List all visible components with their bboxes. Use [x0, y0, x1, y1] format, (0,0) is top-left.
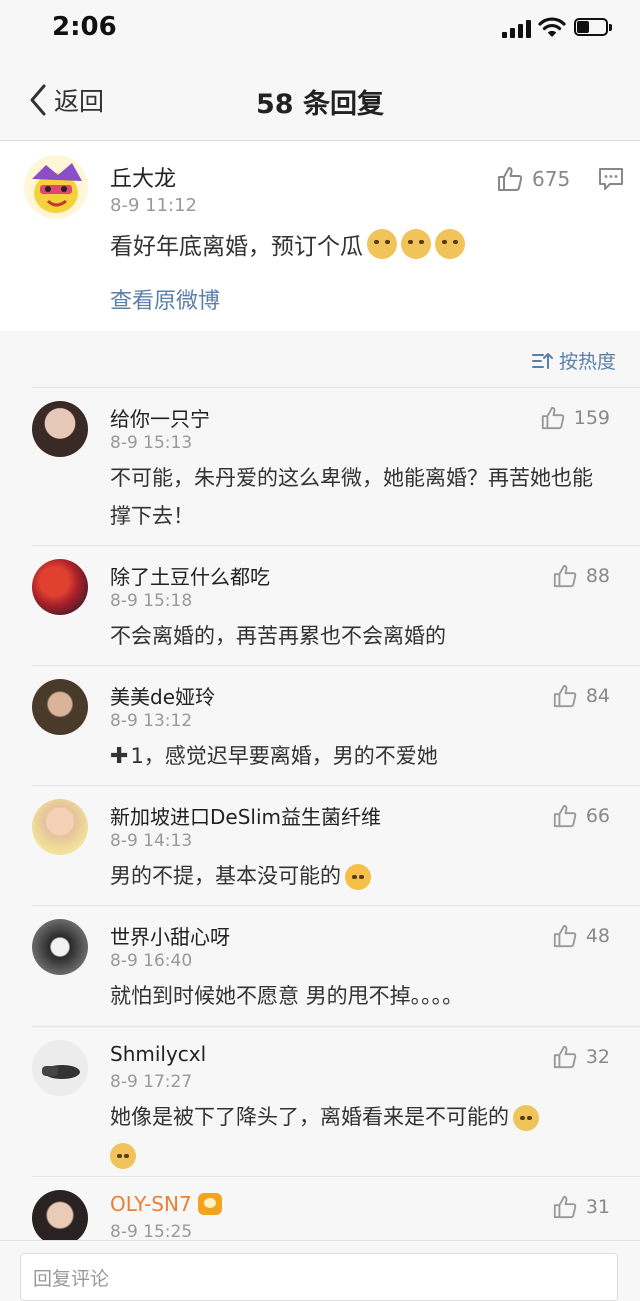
page-title: 58 条回复 — [256, 89, 384, 120]
thumbs-up-icon — [553, 1045, 577, 1069]
avatar[interactable] — [32, 1190, 88, 1246]
comment-list: 给你一只宁 8-9 15:13 不可能，朱丹爱的这么卑微，她能离婚？再苦她也能撑… — [0, 387, 640, 1246]
original-post: 丘大龙 8-9 11:12 看好年底离婚，预订个瓜 查看原微博 675 — [0, 141, 640, 331]
commenter-name[interactable]: 新加坡进口DeSlim益生菌纤维 — [110, 801, 381, 830]
nav-bar: 返回 58 条回复 — [0, 56, 640, 141]
comment-text: 不会离婚的，再苦再累也不会离婚的 — [110, 624, 446, 648]
comment-item[interactable]: 世界小甜心呀 8-9 16:40 就怕到时候她不愿意 男的甩不掉。。。。 48 — [0, 905, 640, 1026]
status-bar: 2:06 — [0, 0, 640, 56]
comment-text-content: 男的不提，基本没可能的 — [110, 864, 341, 888]
comment-like-button[interactable]: 31 — [552, 1194, 610, 1220]
comment-time: 8-9 15:18 — [110, 591, 193, 611]
post-text-content: 看好年底离婚，预订个瓜 — [110, 234, 363, 260]
divider — [32, 1176, 640, 1177]
thumbs-up-icon — [553, 564, 577, 588]
comment-time: 8-9 15:25 — [110, 1222, 193, 1242]
comment-like-button[interactable]: 84 — [552, 683, 610, 709]
like-count: 88 — [585, 565, 610, 587]
like-count: 675 — [532, 167, 571, 191]
sort-icon — [531, 352, 553, 369]
commenter-name[interactable]: 给你一只宁 — [110, 403, 210, 432]
like-count: 66 — [585, 805, 610, 827]
commenter-name[interactable]: Shmilycxl — [110, 1042, 206, 1066]
divider — [32, 387, 640, 388]
like-count: 48 — [585, 925, 610, 947]
reply-bar: 回复评论 — [0, 1240, 640, 1301]
vip-badge-icon — [197, 1193, 222, 1215]
like-count: 31 — [585, 1196, 610, 1218]
comment-like-button[interactable]: 66 — [552, 803, 610, 829]
like-count: 84 — [585, 685, 610, 707]
divider — [32, 665, 640, 666]
divider — [32, 905, 640, 906]
wifi-icon — [538, 17, 566, 37]
doge-emoji-icon — [110, 1143, 136, 1169]
status-time: 2:06 — [52, 12, 117, 42]
avatar[interactable] — [32, 1040, 88, 1096]
comment-time: 8-9 16:40 — [110, 951, 193, 971]
comment-item[interactable]: OLY-SN7 8-9 15:25 31 — [0, 1176, 640, 1246]
thumbs-up-icon — [498, 167, 523, 191]
divider — [32, 785, 640, 786]
comment-text: 男的不提，基本没可能的 — [110, 857, 610, 895]
divider — [32, 545, 640, 546]
thumbs-up-icon — [553, 924, 577, 948]
post-text: 看好年底离婚，预订个瓜 — [110, 227, 465, 261]
comment-text-content: 1，感觉迟早要离婚，男的不爱她 — [130, 744, 438, 768]
avatar[interactable] — [32, 401, 88, 457]
avatar[interactable] — [32, 919, 88, 975]
comment-time: 8-9 15:13 — [110, 433, 193, 453]
comment-text: 她像是被下了降头了，离婚看来是不可能的 — [110, 1098, 610, 1174]
comment-item[interactable]: 美美de娅玲 8-9 13:12 ✚1，感觉迟早要离婚，男的不爱她 84 — [0, 665, 640, 785]
thumbs-up-icon — [553, 684, 577, 708]
comment-item[interactable]: 给你一只宁 8-9 15:13 不可能，朱丹爱的这么卑微，她能离婚？再苦她也能撑… — [0, 387, 640, 545]
post-author[interactable]: 丘大龙 — [110, 161, 176, 193]
battery-icon — [574, 18, 612, 38]
doge-emoji-icon — [367, 229, 397, 259]
comment-text: ✚1，感觉迟早要离婚，男的不爱她 — [110, 737, 610, 776]
like-count: 32 — [585, 1046, 610, 1068]
comment-like-button[interactable]: 48 — [552, 923, 610, 949]
comment-text: 就怕到时候她不愿意 男的甩不掉。。。。 — [110, 984, 464, 1008]
reply-input[interactable]: 回复评论 — [20, 1253, 618, 1301]
doge-emoji-icon — [435, 229, 465, 259]
commenter-name[interactable]: 美美de娅玲 — [110, 681, 215, 710]
plus-icon: ✚ — [110, 744, 129, 769]
commenter-name[interactable]: 除了土豆什么都吃 — [110, 561, 270, 590]
view-original-link[interactable]: 查看原微博 — [110, 283, 220, 315]
sort-toggle[interactable]: 按热度 — [531, 347, 616, 374]
post-time: 8-9 11:12 — [110, 195, 197, 216]
comment-text: 不可能，朱丹爱的这么卑微，她能离婚？再苦她也能撑下去！ — [110, 466, 593, 528]
post-like-button[interactable]: 675 — [496, 165, 570, 193]
signal-icon — [502, 20, 532, 38]
avatar[interactable] — [32, 679, 88, 735]
divider — [32, 1026, 640, 1027]
comment-like-button[interactable]: 88 — [552, 563, 610, 589]
commenter-name[interactable]: OLY-SN7 — [110, 1192, 222, 1216]
comment-text-content: 她像是被下了降头了，离婚看来是不可能的 — [110, 1105, 509, 1129]
comment-item[interactable]: Shmilycxl 8-9 17:27 她像是被下了降头了，离婚看来是不可能的 … — [0, 1026, 640, 1176]
sort-bar: 按热度 — [0, 331, 640, 387]
thumbs-up-icon — [541, 406, 564, 430]
thumbs-up-icon — [553, 1195, 577, 1219]
commenter-name-text: OLY-SN7 — [110, 1192, 192, 1216]
like-count: 159 — [573, 407, 610, 429]
comment-like-button[interactable]: 32 — [552, 1044, 610, 1070]
comment-item[interactable]: 除了土豆什么都吃 8-9 15:18 不会离婚的，再苦再累也不会离婚的 88 — [0, 545, 640, 665]
avatar[interactable] — [32, 559, 88, 615]
doge-emoji-icon — [401, 229, 431, 259]
comment-time: 8-9 14:13 — [110, 831, 193, 851]
comment-like-button[interactable]: 159 — [540, 405, 610, 431]
sort-label: 按热度 — [558, 351, 616, 373]
comment-time: 8-9 13:12 — [110, 711, 193, 731]
doge-emoji-icon — [513, 1105, 539, 1131]
yum-emoji-icon — [345, 864, 371, 890]
avatar[interactable] — [32, 799, 88, 855]
avatar[interactable] — [24, 155, 88, 219]
comment-item[interactable]: 新加坡进口DeSlim益生菌纤维 8-9 14:13 男的不提，基本没可能的 6… — [0, 785, 640, 905]
thumbs-up-icon — [553, 804, 577, 828]
comment-time: 8-9 17:27 — [110, 1072, 193, 1092]
commenter-name[interactable]: 世界小甜心呀 — [110, 921, 230, 950]
comment-icon[interactable] — [598, 167, 624, 191]
